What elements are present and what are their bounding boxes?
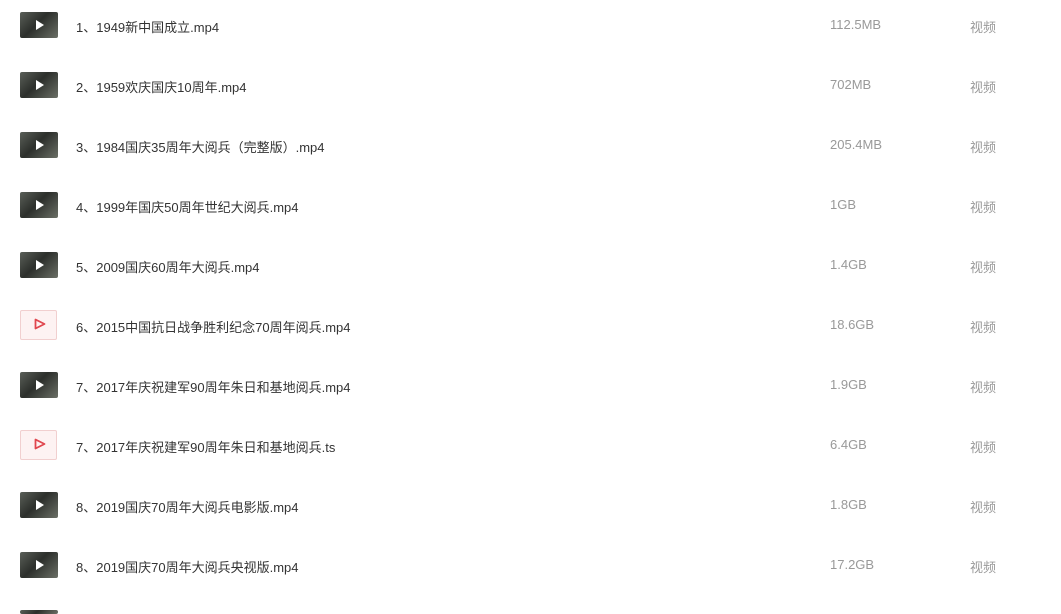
- video-thumbnail[interactable]: [20, 132, 58, 158]
- file-type: 视频: [970, 560, 997, 575]
- file-type: 视频: [970, 140, 997, 155]
- file-name[interactable]: 1、1949新中国成立.mp4: [76, 17, 219, 36]
- file-type: 视频: [970, 500, 997, 515]
- file-name[interactable]: 7、2017年庆祝建军90周年朱日和基地阅兵.mp4: [76, 377, 351, 396]
- video-file-icon[interactable]: [20, 310, 57, 340]
- file-size: 112.5MB: [830, 17, 882, 32]
- file-row[interactable]: 6、2015中国抗日战争胜利纪念70周年阅兵.mp4 18.6GB 视频: [0, 300, 1061, 360]
- file-row[interactable]: 1、1949新中国成立.mp4 112.5MB 视频: [0, 0, 1061, 60]
- video-file-icon[interactable]: [20, 430, 57, 460]
- play-icon: [36, 200, 44, 210]
- file-size: 18.6GB: [830, 317, 875, 332]
- file-type: 视频: [970, 380, 997, 395]
- file-size: 6.4GB: [830, 437, 867, 452]
- file-type: 视频: [970, 320, 997, 335]
- file-row[interactable]: 8、2019国庆70周年大阅兵央视版.mp4 17.2GB 视频: [0, 540, 1061, 600]
- file-size: 1.4GB: [830, 257, 867, 272]
- video-thumbnail[interactable]: [20, 252, 58, 278]
- play-icon: [36, 260, 44, 270]
- video-thumbnail[interactable]: [20, 552, 58, 578]
- video-thumbnail[interactable]: [20, 192, 58, 218]
- video-thumbnail[interactable]: [20, 610, 58, 614]
- file-size: 205.4MB: [830, 137, 883, 152]
- file-type: 视频: [970, 260, 997, 275]
- file-name[interactable]: 5、2009国庆60周年大阅兵.mp4: [76, 257, 260, 276]
- play-icon: [36, 140, 44, 150]
- video-thumbnail[interactable]: [20, 12, 58, 38]
- file-row[interactable]: 2、1959欢庆国庆10周年.mp4 702MB 视频: [0, 60, 1061, 120]
- file-name[interactable]: 3、1984国庆35周年大阅兵（完整版）.mp4: [76, 137, 325, 156]
- file-name[interactable]: 8、2019国庆70周年大阅兵央视版.mp4: [76, 557, 299, 576]
- file-row[interactable]: 7、2017年庆祝建军90周年朱日和基地阅兵.ts 6.4GB 视频: [0, 420, 1061, 480]
- play-outline-icon: [34, 318, 46, 330]
- video-thumbnail[interactable]: [20, 492, 58, 518]
- file-list: 1、1949新中国成立.mp4 112.5MB 视频 2、1959欢庆国庆10周…: [0, 0, 1061, 614]
- file-type: 视频: [970, 20, 997, 35]
- file-row[interactable]: 4、1999年国庆50周年世纪大阅兵.mp4 1GB 视频: [0, 180, 1061, 240]
- file-type: 视频: [970, 80, 997, 95]
- file-size: 1.9GB: [830, 377, 867, 392]
- file-name[interactable]: 2、1959欢庆国庆10周年.mp4: [76, 77, 247, 96]
- play-icon: [36, 560, 44, 570]
- file-type: 视频: [970, 200, 997, 215]
- play-icon: [36, 80, 44, 90]
- play-icon: [36, 20, 44, 30]
- video-thumbnail[interactable]: [20, 372, 58, 398]
- file-size: 1GB: [830, 197, 857, 212]
- file-size: 1.8GB: [830, 497, 867, 512]
- file-size: 702MB: [830, 77, 872, 92]
- video-thumbnail[interactable]: [20, 72, 58, 98]
- play-icon: [36, 380, 44, 390]
- file-row[interactable]: 3、1984国庆35周年大阅兵（完整版）.mp4 205.4MB 视频: [0, 120, 1061, 180]
- file-name[interactable]: 6、2015中国抗日战争胜利纪念70周年阅兵.mp4: [76, 317, 351, 336]
- play-icon: [36, 500, 44, 510]
- file-row[interactable]: 8、2019国庆70周年大阅兵电影版.mp4 1.8GB 视频: [0, 480, 1061, 540]
- file-size: 17.2GB: [830, 557, 875, 572]
- file-row[interactable]: 7、2017年庆祝建军90周年朱日和基地阅兵.mp4 1.9GB 视频: [0, 360, 1061, 420]
- file-row-partial[interactable]: [0, 600, 1061, 614]
- file-row[interactable]: 5、2009国庆60周年大阅兵.mp4 1.4GB 视频: [0, 240, 1061, 300]
- file-type: 视频: [970, 440, 997, 455]
- file-name[interactable]: 4、1999年国庆50周年世纪大阅兵.mp4: [76, 197, 299, 216]
- file-name[interactable]: 8、2019国庆70周年大阅兵电影版.mp4: [76, 497, 299, 516]
- file-name[interactable]: 7、2017年庆祝建军90周年朱日和基地阅兵.ts: [76, 437, 335, 456]
- play-outline-icon: [34, 438, 46, 450]
